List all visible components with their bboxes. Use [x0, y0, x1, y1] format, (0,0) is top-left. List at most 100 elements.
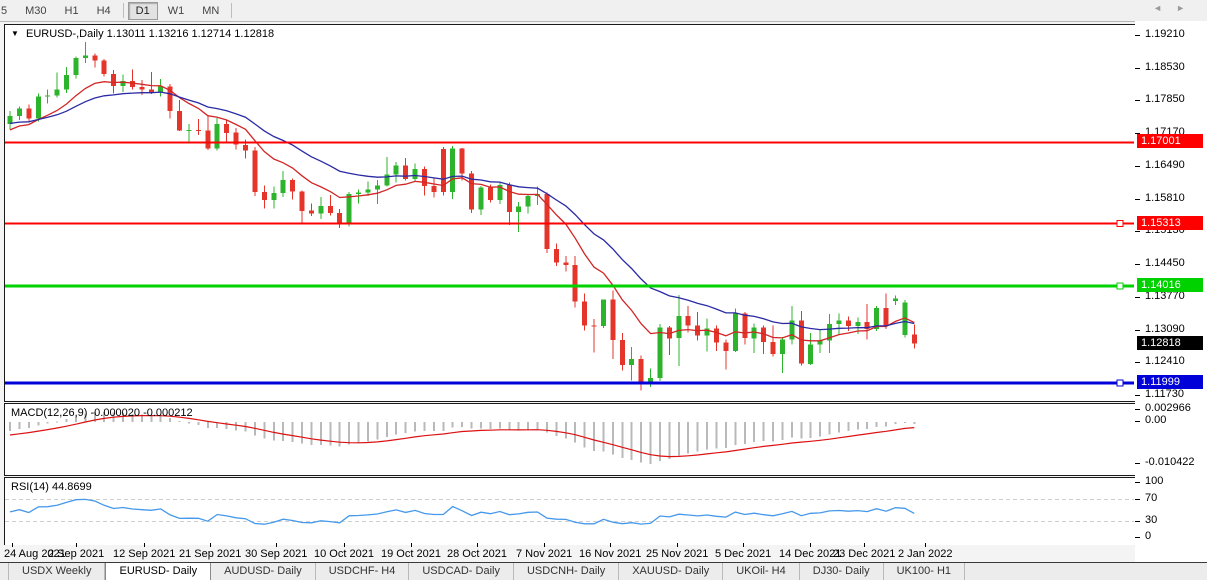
hline-handle-1.15313[interactable]: [1117, 221, 1123, 227]
chart-tab-eurusd-daily[interactable]: EURUSD- Daily: [105, 563, 211, 580]
date-label: 10 Oct 2021: [314, 548, 374, 560]
price-badge-1.17001: 1.17001: [1137, 134, 1203, 148]
date-tick: [677, 543, 678, 547]
date-tick: [411, 543, 412, 547]
chart-tab-xauusd-daily[interactable]: XAUUSD- Daily: [619, 563, 723, 580]
chart-tab-uk100-h1[interactable]: UK100- H1: [884, 563, 965, 580]
tab-scroll-right-icon[interactable]: ►: [1176, 3, 1199, 13]
price-axis-label: 1.17850: [1145, 93, 1185, 105]
price-axis-tick: [1135, 231, 1140, 232]
toolbar-separator: [123, 3, 124, 18]
price-axis-tick: [1135, 100, 1140, 101]
rsi-axis-tick: [1135, 537, 1140, 538]
tab-scroll-left-icon[interactable]: ◄: [1153, 3, 1176, 13]
rsi-indicator-panel[interactable]: RSI(14) 44.8699: [4, 477, 1137, 548]
rsi-line: [10, 499, 914, 524]
price-axis-tick: [1135, 35, 1140, 36]
date-tick: [810, 543, 811, 547]
timeframe-button-mn[interactable]: MN: [194, 2, 227, 20]
macd-values: -0.000020 -0.000212: [90, 407, 192, 419]
timeframe-button-h4[interactable]: H4: [89, 2, 119, 20]
chart-tab-usdcnh-daily[interactable]: USDCNH- Daily: [514, 563, 619, 580]
date-label: 7 Nov 2021: [516, 548, 572, 560]
date-tick: [344, 543, 345, 547]
macd-label: MACD(12,26,9) -0.000020 -0.000212: [11, 407, 193, 419]
date-label: 12 Sep 2021: [113, 548, 175, 560]
current-price-badge: 1.12818: [1137, 336, 1203, 350]
date-tick: [743, 543, 744, 547]
timeframe-button-m30[interactable]: M30: [17, 2, 54, 20]
ma-slow-line: [10, 92, 914, 330]
toolbar-separator: [231, 3, 232, 18]
macd-axis-tick: [1135, 409, 1140, 410]
hline-handle-1.11999[interactable]: [1117, 380, 1123, 386]
date-label: 30 Sep 2021: [245, 548, 307, 560]
hline-1.14016[interactable]: [5, 285, 1134, 288]
price-axis-label: 1.11730: [1145, 388, 1184, 400]
price-axis-label: 1.18530: [1145, 61, 1185, 73]
date-tick: [76, 543, 77, 547]
price-axis-tick: [1135, 362, 1140, 363]
timeframe-button-h1[interactable]: H1: [57, 2, 87, 20]
price-badge-1.15313: 1.15313: [1137, 216, 1203, 230]
mt4-window: 5M30H1H4 D1W1MN ▼ EURUSD-,Daily 1.13011 1…: [0, 0, 1207, 580]
date-tick: [925, 543, 926, 547]
price-badge-1.11999: 1.11999: [1137, 375, 1203, 389]
date-label: 16 Nov 2021: [579, 548, 641, 560]
price-axis-label: 1.16490: [1145, 159, 1185, 171]
price-axis-label: 1.13090: [1145, 323, 1185, 335]
price-axis-label: 1.19210: [1145, 28, 1185, 40]
chart-tab-audusd-daily[interactable]: AUDUSD- Daily: [211, 563, 316, 580]
date-tick: [610, 543, 611, 547]
rsi-axis-label: 0: [1145, 530, 1151, 542]
tab-scrollers: ◄►: [1153, 3, 1199, 13]
price-axis-label: 1.15810: [1145, 192, 1185, 204]
date-label: 19 Oct 2021: [381, 548, 441, 560]
date-tick: [276, 543, 277, 547]
moving-averages: [10, 82, 914, 341]
chart-tab-ukoil-h4[interactable]: UKOil- H4: [723, 563, 800, 580]
ma-fast-line: [10, 82, 914, 341]
price-axis[interactable]: 1.192101.185301.178501.171701.164901.158…: [1135, 21, 1207, 562]
macd-axis-tick: [1135, 463, 1140, 464]
timeframe-button-5[interactable]: 5: [0, 2, 15, 20]
price-axis-tick: [1135, 395, 1140, 396]
price-axis-tick: [1135, 297, 1140, 298]
chart-title: ▼ EURUSD-,Daily 1.13011 1.13216 1.12714 …: [11, 28, 274, 40]
hline-1.17001[interactable]: [5, 141, 1134, 143]
price-axis-tick: [1135, 264, 1140, 265]
timeframe-button-w1[interactable]: W1: [160, 2, 193, 20]
macd-axis-label: 0.00: [1145, 414, 1166, 426]
chart-tab-usdchf-h4[interactable]: USDCHF- H4: [316, 563, 410, 580]
date-tick: [477, 543, 478, 547]
chart-tab-bar: USDX WeeklyEURUSD- DailyAUDUSD- DailyUSD…: [0, 562, 1207, 580]
symbol-dropdown-icon[interactable]: ▼: [11, 29, 19, 38]
price-axis-tick: [1135, 68, 1140, 69]
date-axis[interactable]: 24 Aug 20212 Sep 202112 Sep 202121 Sep 2…: [4, 545, 1135, 562]
horizontal-lines[interactable]: [5, 141, 1134, 386]
date-tick: [210, 543, 211, 547]
date-tick: [144, 543, 145, 547]
hline-1.15313[interactable]: [5, 223, 1134, 225]
rsi-label: RSI(14) 44.8699: [11, 481, 92, 493]
chart-tab-dj30-daily[interactable]: DJ30- Daily: [800, 563, 884, 580]
chart-tab-usdcad-daily[interactable]: USDCAD- Daily: [409, 563, 514, 580]
rsi-axis-label: 30: [1145, 514, 1157, 526]
price-axis-tick: [1135, 199, 1140, 200]
date-label: 25 Nov 2021: [646, 548, 708, 560]
chart-tab-usdx-weekly[interactable]: USDX Weekly: [8, 563, 105, 580]
date-label: 23 Dec 2021: [833, 548, 895, 560]
chart-symbol-label: EURUSD-,Daily: [26, 28, 104, 40]
hline-handle-1.14016[interactable]: [1117, 283, 1123, 289]
timeframe-toolbar: 5M30H1H4 D1W1MN: [0, 0, 1207, 22]
price-chart-panel[interactable]: ▼ EURUSD-,Daily 1.13011 1.13216 1.12714 …: [4, 24, 1137, 402]
macd-indicator-panel[interactable]: MACD(12,26,9) -0.000020 -0.000212: [4, 403, 1137, 476]
hline-1.11999[interactable]: [5, 382, 1134, 385]
price-axis-tick: [1135, 330, 1140, 331]
date-tick: [544, 543, 545, 547]
price-axis-label: 1.12410: [1145, 355, 1185, 367]
timeframe-button-d1[interactable]: D1: [128, 2, 158, 20]
date-label: 5 Dec 2021: [715, 548, 771, 560]
date-tick: [12, 543, 13, 547]
rsi-value: 44.8699: [52, 481, 92, 493]
